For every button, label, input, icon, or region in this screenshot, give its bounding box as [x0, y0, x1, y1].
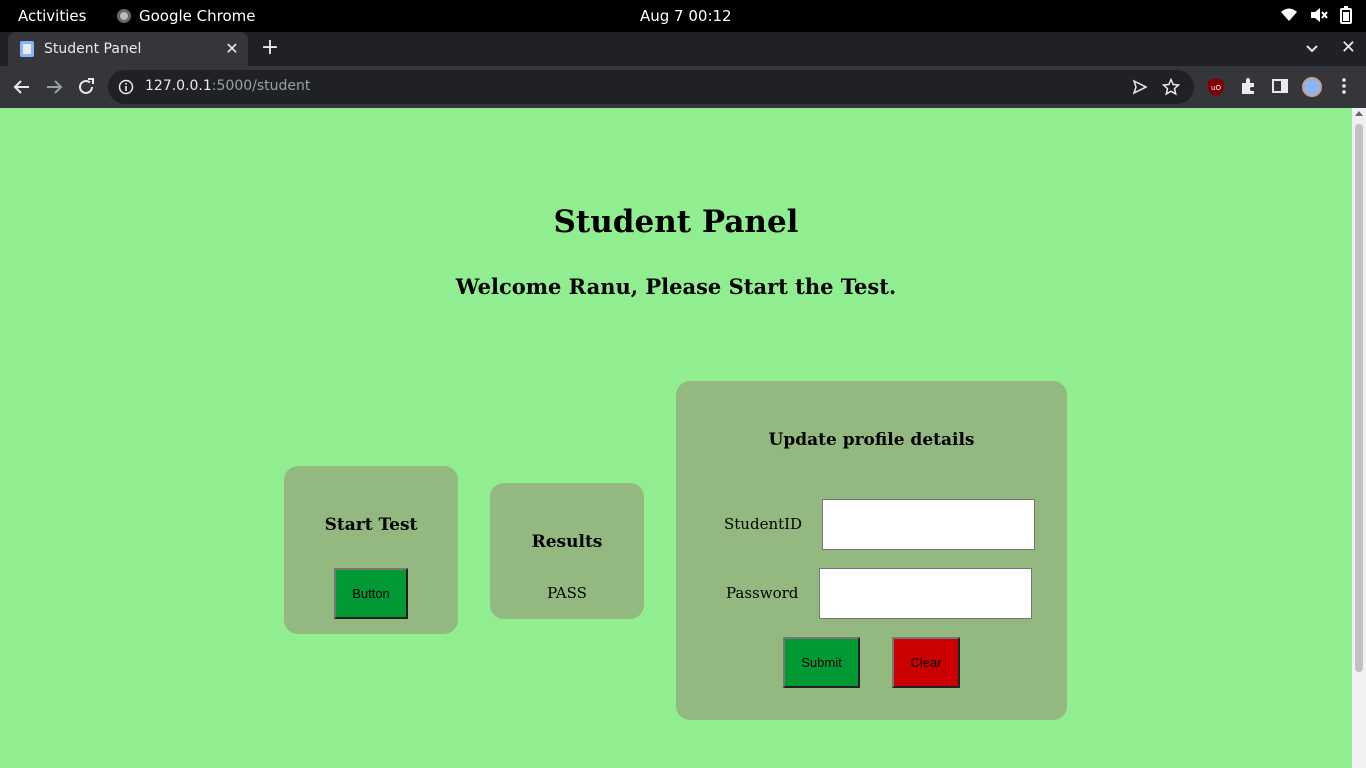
password-label: Password	[726, 584, 799, 602]
profile-avatar[interactable]	[1302, 77, 1322, 97]
tab-student-panel[interactable]: Student Panel ✕	[8, 32, 248, 66]
chrome-icon	[117, 9, 131, 23]
system-tray[interactable]	[1280, 6, 1352, 24]
page-content: Student Panel Welcome Ranu, Please Start…	[0, 108, 1352, 768]
extensions-icon[interactable]	[1239, 77, 1257, 95]
browser-toolbar: 127.0.0.1:5000/student uO	[0, 66, 1366, 108]
address-bar[interactable]: 127.0.0.1:5000/student	[108, 70, 1194, 104]
results-value: PASS	[547, 584, 587, 602]
app-name: Google Chrome	[139, 7, 256, 25]
wifi-icon	[1281, 8, 1297, 21]
battery-icon	[1340, 6, 1352, 24]
chrome-menu-icon[interactable]	[1336, 77, 1352, 95]
tab-strip: Student Panel ✕ + ✕	[0, 32, 1366, 66]
bookmark-star-icon[interactable]	[1162, 78, 1180, 96]
back-icon[interactable]	[11, 76, 33, 98]
tab-search-chevron-icon[interactable]	[1302, 38, 1322, 58]
password-input[interactable]	[819, 568, 1032, 619]
app-menu[interactable]: Google Chrome	[117, 7, 256, 25]
start-test-heading: Start Test	[324, 515, 418, 535]
svg-text:uO: uO	[1211, 84, 1221, 92]
url-host: 127.0.0.1	[145, 78, 212, 94]
update-profile-card: Update profile details StudentID Passwor…	[676, 381, 1067, 720]
start-test-button[interactable]: Button	[334, 568, 408, 619]
page-scrollbar[interactable]	[1352, 108, 1366, 768]
side-panel-icon[interactable]	[1271, 77, 1289, 95]
submit-button[interactable]: Submit	[783, 637, 860, 688]
tab-title: Student Panel	[44, 41, 142, 57]
tab-close-icon[interactable]: ✕	[222, 39, 242, 59]
reload-icon[interactable]	[75, 76, 97, 98]
activities-button[interactable]: Activities	[18, 7, 86, 25]
update-profile-heading: Update profile details	[768, 430, 975, 450]
new-tab-button[interactable]: +	[258, 37, 282, 61]
page-favicon-icon	[20, 41, 34, 57]
site-info-icon[interactable]	[118, 79, 134, 95]
clear-button[interactable]: Clear	[892, 637, 960, 688]
scroll-up-arrow-icon[interactable]	[1355, 111, 1363, 116]
results-heading: Results	[531, 532, 603, 552]
ublock-icon[interactable]: uO	[1207, 77, 1225, 97]
student-id-input[interactable]	[822, 499, 1035, 550]
student-id-label: StudentID	[724, 515, 803, 533]
url-text: 127.0.0.1:5000/student	[145, 78, 310, 94]
clock[interactable]: Aug 7 00:12	[640, 7, 732, 25]
forward-icon[interactable]	[43, 76, 65, 98]
page-title: Student Panel	[553, 204, 799, 240]
system-top-bar: Activities Google Chrome Aug 7 00:12	[0, 0, 1366, 32]
welcome-message: Welcome Ranu, Please Start the Test.	[455, 274, 897, 299]
window-close-icon[interactable]: ✕	[1341, 37, 1356, 58]
start-test-card: Start Test Button	[284, 466, 458, 634]
send-icon[interactable]	[1132, 79, 1148, 95]
scrollbar-thumb[interactable]	[1355, 124, 1363, 672]
results-card: Results PASS	[490, 483, 644, 619]
url-path: :5000/student	[211, 78, 311, 94]
volume-muted-icon	[1311, 8, 1328, 22]
